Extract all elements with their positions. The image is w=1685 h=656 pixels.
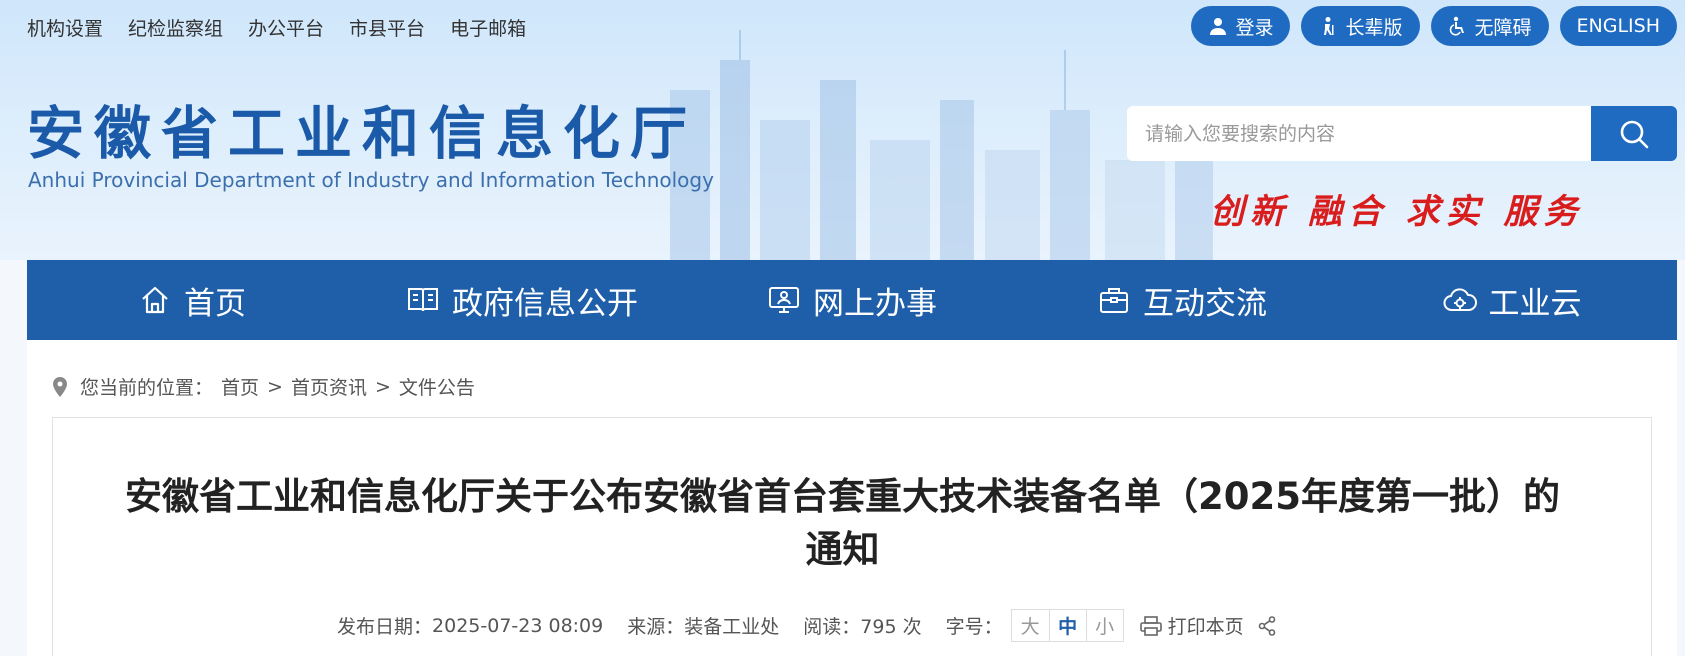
elder-icon: [1324, 17, 1334, 35]
user-icon: [1210, 18, 1227, 35]
search-icon: [1620, 120, 1649, 148]
font-size-small[interactable]: 小: [1085, 610, 1123, 641]
article-title: 安徽省工业和信息化厅关于公布安徽省首台套重大技术装备名单（2025年度第一批）的…: [125, 475, 1560, 571]
search-bar: [1127, 106, 1677, 161]
cloud-gear-icon: [1443, 288, 1477, 311]
search-button[interactable]: [1591, 106, 1677, 161]
wheelchair-icon: [1449, 16, 1464, 36]
share-button[interactable]: [1258, 615, 1276, 636]
site-logo-title: 安徽省工业和信息化厅: [27, 100, 697, 167]
search-input[interactable]: [1127, 106, 1591, 161]
briefcase-icon: [1100, 288, 1128, 313]
slogan: 创新 融合 求实 服务: [1210, 192, 1584, 232]
nav-online-service-label: 网上办事: [813, 285, 937, 322]
top-link-office[interactable]: 办公平台: [248, 14, 324, 41]
nav-industry-cloud[interactable]: 工业云: [1347, 278, 1677, 323]
nav-industry-cloud-label: 工业云: [1488, 285, 1582, 322]
login-label: 登录: [1235, 16, 1274, 39]
login-button[interactable]: 登录: [1191, 6, 1291, 46]
print-button[interactable]: 打印本页: [1139, 612, 1244, 639]
breadcrumb-separator: >: [374, 375, 391, 398]
breadcrumb-separator: >: [267, 375, 283, 398]
header-banner: 机构设置 纪检监察组 办公平台 市县平台 电子邮箱 登录 长辈版 无障碍 ENG…: [0, 0, 1685, 260]
home-icon: [142, 286, 168, 314]
elder-mode-button[interactable]: 长辈版: [1301, 6, 1420, 46]
book-icon: [408, 288, 438, 312]
nav-interaction-label: 互动交流: [1143, 285, 1267, 322]
english-button[interactable]: ENGLISH: [1559, 6, 1677, 46]
breadcrumb-news[interactable]: 首页资讯: [291, 373, 367, 400]
nav-gov-info-label: 政府信息公开: [452, 285, 638, 322]
publish-date-label: 发布日期：: [337, 616, 433, 638]
top-link-city-county[interactable]: 市县平台: [349, 14, 425, 41]
print-label: 打印本页: [1167, 616, 1244, 638]
top-links: 机构设置 纪检监察组 办公平台 市县平台 电子邮箱: [27, 14, 526, 41]
font-size-label: 字号：: [945, 616, 1003, 638]
breadcrumb: 您当前的位置： 首页 > 首页资讯 > 文件公告: [52, 373, 475, 400]
font-size-selector: 大 中 小: [1010, 609, 1124, 642]
location-pin-icon: [53, 376, 67, 397]
source-label: 来源：: [627, 616, 685, 638]
publish-date: 2025-07-23 08:09: [432, 614, 604, 637]
font-size-medium[interactable]: 中: [1048, 610, 1086, 641]
english-label: ENGLISH: [1576, 15, 1660, 37]
top-link-org[interactable]: 机构设置: [27, 14, 103, 41]
accessibility-label: 无障碍: [1474, 16, 1532, 39]
monitor-user-icon: [769, 287, 799, 313]
top-link-discipline[interactable]: 纪检监察组: [128, 14, 223, 41]
top-link-email[interactable]: 电子邮箱: [450, 14, 526, 41]
breadcrumb-notices[interactable]: 文件公告: [399, 373, 475, 400]
printer-icon: [1139, 615, 1162, 636]
article-meta: 发布日期： 2025-07-23 08:09 来源： 装备工业处 阅读： 795…: [337, 609, 1276, 642]
font-size-large[interactable]: 大: [1012, 610, 1049, 641]
utility-buttons: 登录 长辈版 无障碍 ENGLISH: [1191, 6, 1677, 46]
views-count: 795 次: [860, 616, 922, 638]
nav-home[interactable]: 首页: [27, 278, 357, 323]
nav-home-label: 首页: [184, 285, 246, 322]
accessibility-button[interactable]: 无障碍: [1430, 6, 1549, 46]
nav-gov-info[interactable]: 政府信息公开: [357, 278, 687, 323]
share-icon: [1258, 615, 1275, 636]
elder-mode-label: 长辈版: [1345, 16, 1403, 39]
nav-online-service[interactable]: 网上办事: [687, 278, 1017, 323]
views-label: 阅读：: [803, 616, 861, 638]
source-value: 装备工业处: [684, 616, 780, 638]
breadcrumb-home[interactable]: 首页: [221, 373, 259, 400]
nav-interaction[interactable]: 互动交流: [1017, 278, 1347, 323]
main-nav: 首页 政府信息公开 网上办事 互动交流 工业云: [27, 260, 1677, 340]
breadcrumb-prefix: 您当前的位置：: [80, 377, 214, 399]
site-logo-subtitle: Anhui Provincial Department of Industry …: [28, 168, 714, 192]
